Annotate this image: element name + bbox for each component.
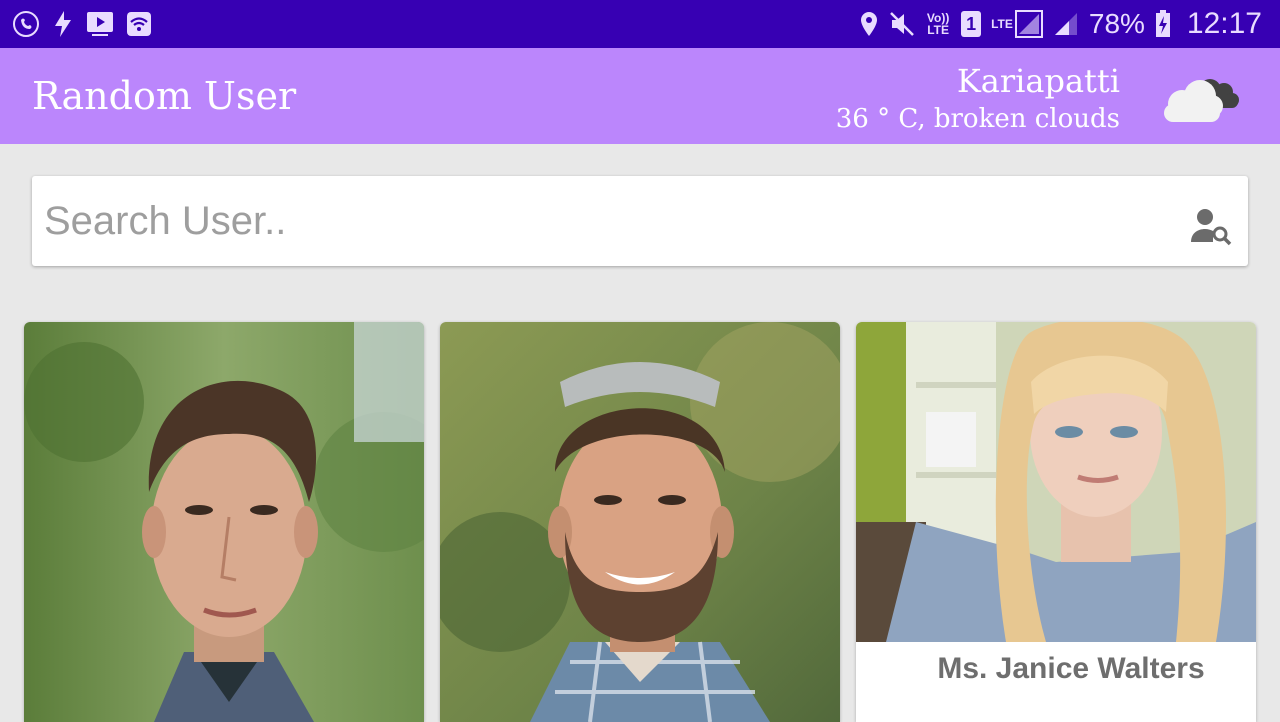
weather-city: Kariapatti — [956, 62, 1120, 100]
user-photo — [440, 322, 840, 722]
wifi-icon — [126, 11, 152, 37]
clock: 12:17 — [1186, 7, 1262, 40]
user-photo — [24, 322, 424, 722]
media-icon — [86, 11, 114, 37]
user-search-icon[interactable] — [1190, 206, 1234, 251]
sim-label: 1 — [961, 11, 982, 37]
weather-description: 36 ° C, broken clouds — [835, 104, 1120, 134]
status-bar-right: Vo)) LTE 1 LTE 78% 12:17 — [859, 0, 1262, 48]
search-input[interactable] — [42, 192, 1166, 250]
sim-icon: 1 — [961, 11, 982, 37]
user-photo — [856, 322, 1256, 642]
mute-icon — [889, 11, 915, 37]
user-name: Ms. Janice Walters — [937, 652, 1205, 685]
battery-percent: 78% — [1088, 8, 1145, 39]
user-card[interactable] — [24, 322, 424, 722]
signal-icon — [1053, 11, 1079, 37]
status-bar-left — [12, 0, 152, 48]
app-title: Random User — [32, 74, 297, 118]
app-bar: Random User Kariapatti 36 ° C, broken cl… — [0, 48, 1280, 144]
battery-icon — [1155, 10, 1171, 38]
location-icon — [859, 11, 879, 37]
status-bar: Vo)) LTE 1 LTE 78% 12:17 — [0, 0, 1280, 48]
lte-label: LTE — [991, 17, 1013, 31]
broken-clouds-icon — [1158, 70, 1242, 131]
volte-icon: Vo)) LTE — [926, 11, 950, 37]
call-icon — [12, 10, 40, 38]
user-card[interactable]: Ms. Janice Walters — [856, 322, 1256, 722]
user-card[interactable] — [440, 322, 840, 722]
lte-signal-icon: LTE — [991, 10, 1043, 38]
search-box — [32, 176, 1248, 266]
flash-icon — [52, 10, 74, 38]
